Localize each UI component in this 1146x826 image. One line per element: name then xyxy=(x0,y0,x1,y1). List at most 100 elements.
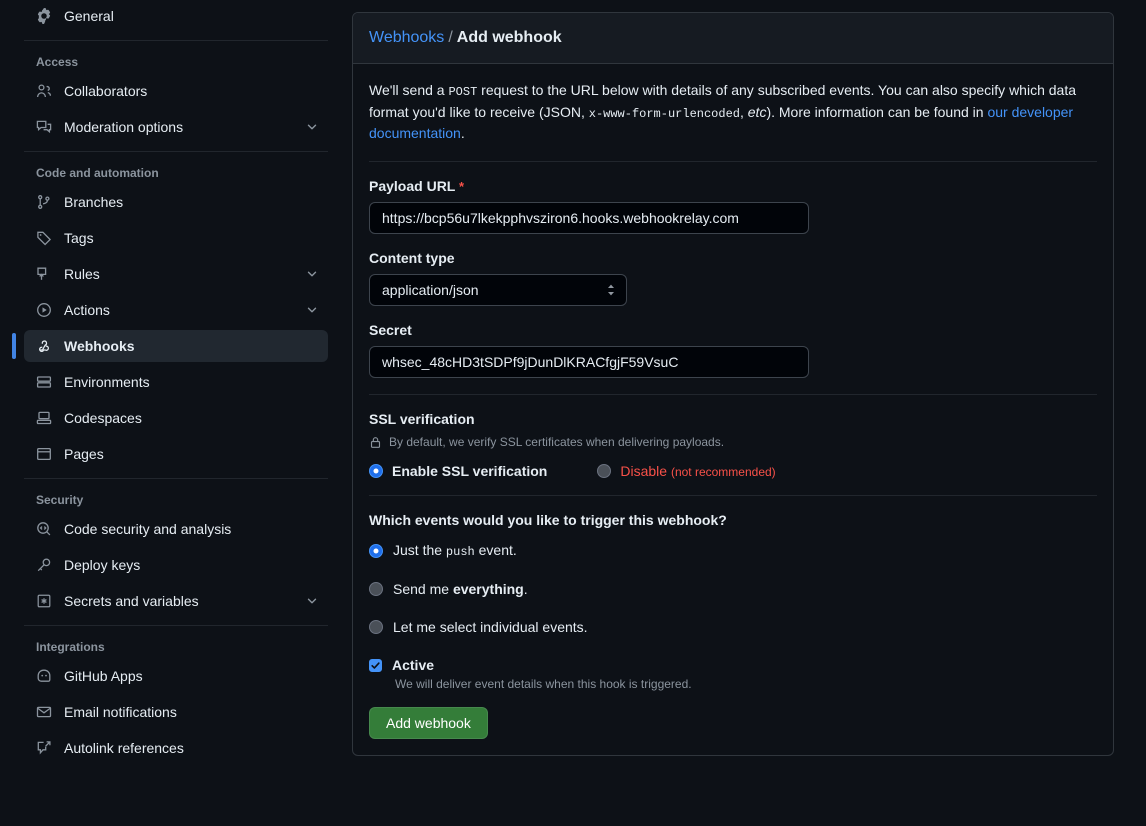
sidebar-item-label: Moderation options xyxy=(64,119,304,135)
comment-discussion-icon xyxy=(36,119,52,135)
sidebar-item-label: Environments xyxy=(64,374,320,390)
sidebar-item-code-security-and-analysis[interactable]: Code security and analysis xyxy=(24,513,328,545)
webhook-icon xyxy=(36,338,52,354)
main-content: Webhooks/Add webhook We'll send a POST r… xyxy=(340,0,1146,826)
event-option-everything-label: Send me everything. xyxy=(393,581,528,597)
sidebar-item-tags[interactable]: Tags xyxy=(24,222,328,254)
content-type-select[interactable]: application/json xyxy=(369,274,627,306)
sidebar-section-title: Security xyxy=(24,493,328,507)
sidebar-item-label: Codespaces xyxy=(64,410,320,426)
sidebar-group-access: Access Collaborators Moderation options xyxy=(24,55,328,143)
event-post-text: event. xyxy=(475,542,517,558)
chevron-down-icon[interactable] xyxy=(304,593,320,609)
sidebar-item-collaborators[interactable]: Collaborators xyxy=(24,75,328,107)
ssl-radio-group: Enable SSL verification Disable (not rec… xyxy=(369,463,1097,479)
chevron-down-icon[interactable] xyxy=(304,266,320,282)
events-section: Which events would you like to trigger t… xyxy=(369,512,1097,635)
section-divider xyxy=(369,495,1097,496)
add-webhook-panel: Webhooks/Add webhook We'll send a POST r… xyxy=(352,12,1114,756)
sidebar-group-code-and-automation: Code and automation Branches Tags Rules xyxy=(24,166,328,470)
secret-label: Secret xyxy=(369,322,1097,338)
breadcrumb-link-webhooks[interactable]: Webhooks xyxy=(369,29,444,46)
sidebar-item-moderation-options[interactable]: Moderation options xyxy=(24,111,328,143)
cross-reference-icon xyxy=(36,740,52,756)
breadcrumb: Webhooks/Add webhook xyxy=(353,13,1113,64)
sidebar-item-label: Deploy keys xyxy=(64,557,320,573)
sidebar-item-branches[interactable]: Branches xyxy=(24,186,328,218)
github-app-icon xyxy=(36,668,52,684)
event-post-text: . xyxy=(524,581,528,597)
sidebar-item-label: Actions xyxy=(64,302,304,318)
radio-enable-ssl[interactable] xyxy=(369,464,383,478)
payload-url-label-text: Payload URL xyxy=(369,178,455,194)
ssl-disable-label-group: Disable (not recommended) xyxy=(620,463,775,479)
sidebar-item-general[interactable]: General xyxy=(24,0,328,32)
sidebar-item-rules[interactable]: Rules xyxy=(24,258,328,290)
sidebar-item-label: Collaborators xyxy=(64,83,320,99)
checkbox-active[interactable] xyxy=(369,659,382,672)
event-option-individual-label: Let me select individual events. xyxy=(393,619,588,635)
sidebar-item-label: Rules xyxy=(64,266,304,282)
sidebar-item-pages[interactable]: Pages xyxy=(24,438,328,470)
intro-code-post: POST xyxy=(448,85,477,99)
settings-sidebar: General Access Collaborators Moderation … xyxy=(0,0,340,826)
intro-code-urlencoded: x-www-form-urlencoded xyxy=(589,107,740,121)
secret-field: Secret xyxy=(369,322,1097,378)
active-checkbox-row[interactable]: Active xyxy=(369,657,1097,673)
chevron-down-icon[interactable] xyxy=(304,119,320,135)
sidebar-item-actions[interactable]: Actions xyxy=(24,294,328,326)
payload-url-input[interactable] xyxy=(369,202,809,234)
ssl-note: By default, we verify SSL certificates w… xyxy=(369,435,1097,449)
ssl-enable-option[interactable]: Enable SSL verification xyxy=(369,463,547,479)
sidebar-item-email-notifications[interactable]: Email notifications xyxy=(24,696,328,728)
active-note: We will deliver event details when this … xyxy=(395,677,1097,691)
sidebar-divider xyxy=(24,40,328,41)
required-asterisk: * xyxy=(459,179,464,194)
breadcrumb-separator: / xyxy=(448,29,452,46)
sidebar-item-label: Webhooks xyxy=(64,338,320,354)
sidebar-item-secrets-and-variables[interactable]: Secrets and variables xyxy=(24,585,328,617)
intro-text-3: , xyxy=(740,104,748,120)
section-divider xyxy=(369,394,1097,395)
sidebar-item-autolink-references[interactable]: Autolink references xyxy=(24,732,328,764)
radio-everything[interactable] xyxy=(369,582,383,596)
sidebar-item-deploy-keys[interactable]: Deploy keys xyxy=(24,549,328,581)
radio-individual-events[interactable] xyxy=(369,620,383,634)
sidebar-item-webhooks[interactable]: Webhooks xyxy=(24,330,328,362)
git-branch-icon xyxy=(36,194,52,210)
radio-just-push[interactable] xyxy=(369,544,383,558)
ssl-disable-suffix: (not recommended) xyxy=(671,465,776,479)
event-option-just-push[interactable]: Just the push event. xyxy=(369,542,1097,559)
sidebar-divider xyxy=(24,625,328,626)
panel-body: We'll send a POST request to the URL bel… xyxy=(353,64,1113,755)
intro-italic-etc: etc xyxy=(748,104,767,120)
sidebar-item-label: GitHub Apps xyxy=(64,668,320,684)
sidebar-group-integrations: Integrations GitHub Apps Email notificat… xyxy=(24,640,328,764)
sidebar-item-label: Secrets and variables xyxy=(64,593,304,609)
people-icon xyxy=(36,83,52,99)
sidebar-item-github-apps[interactable]: GitHub Apps xyxy=(24,660,328,692)
ssl-disable-option[interactable]: Disable (not recommended) xyxy=(597,463,775,479)
sidebar-item-label: Pages xyxy=(64,446,320,462)
sidebar-group-security: Security Code security and analysis Depl… xyxy=(24,493,328,617)
ssl-note-text: By default, we verify SSL certificates w… xyxy=(389,435,724,449)
radio-disable-ssl[interactable] xyxy=(597,464,611,478)
payload-url-field: Payload URL * xyxy=(369,178,1097,234)
code-scan-icon xyxy=(36,521,52,537)
sidebar-item-label: Branches xyxy=(64,194,320,210)
sidebar-section-title: Access xyxy=(24,55,328,69)
sidebar-item-label: Email notifications xyxy=(64,704,320,720)
sidebar-section-title: Integrations xyxy=(24,640,328,654)
add-webhook-button[interactable]: Add webhook xyxy=(369,707,488,739)
sidebar-divider xyxy=(24,478,328,479)
browser-icon xyxy=(36,446,52,462)
sidebar-item-codespaces[interactable]: Codespaces xyxy=(24,402,328,434)
gear-icon xyxy=(36,8,52,24)
sidebar-item-environments[interactable]: Environments xyxy=(24,366,328,398)
event-option-everything[interactable]: Send me everything. xyxy=(369,581,1097,597)
secret-input[interactable] xyxy=(369,346,809,378)
asterisk-key-icon xyxy=(36,593,52,609)
event-option-individual[interactable]: Let me select individual events. xyxy=(369,619,1097,635)
chevron-down-icon[interactable] xyxy=(304,302,320,318)
event-bold-everything: everything xyxy=(453,581,524,597)
